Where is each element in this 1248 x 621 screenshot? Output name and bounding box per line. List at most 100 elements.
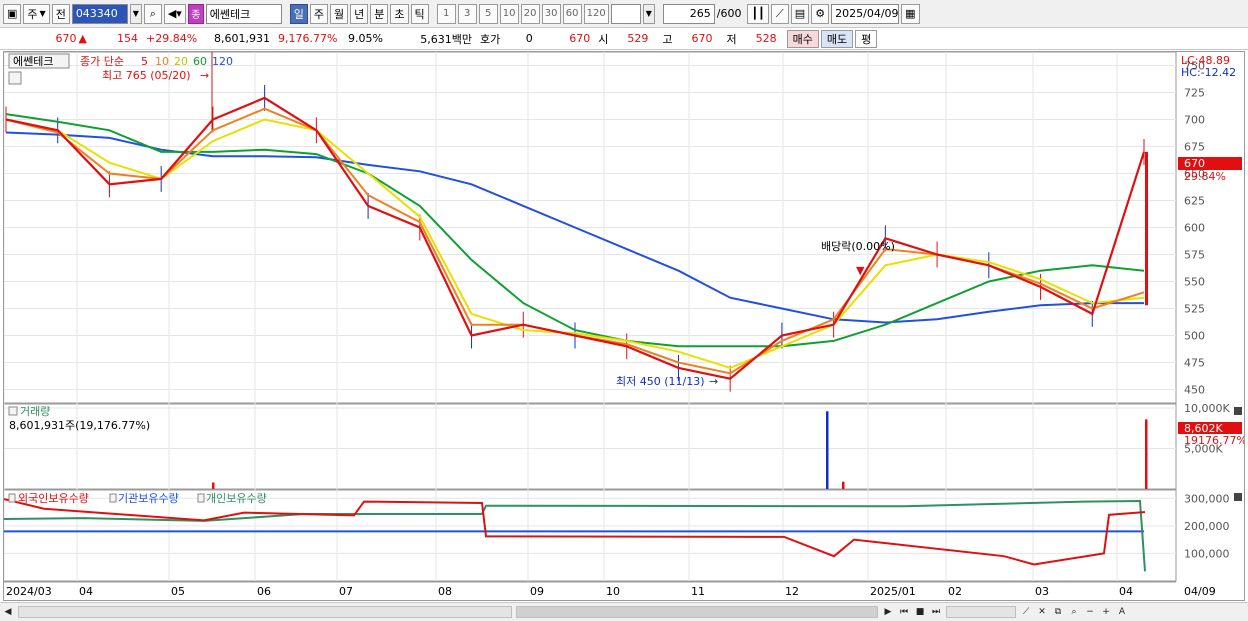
zoom-slider[interactable] <box>946 606 1016 618</box>
holdings-indiv-label: 개인보유수량 <box>206 492 267 505</box>
gear-icon[interactable]: ⚙ <box>811 3 830 24</box>
dividend-label: 배당락(0.00%) <box>821 240 895 253</box>
price-y-tick: 450 <box>1184 384 1205 397</box>
holdings-indiv-icon[interactable] <box>197 493 205 503</box>
scroll-left-icon[interactable]: ◀ <box>0 604 16 620</box>
chart-area[interactable]: 750 725 700 675 650 625 600 575 550 525 500 475 450 1… <box>3 49 1247 601</box>
interval-10[interactable]: 10 <box>499 3 519 24</box>
chart-scrollbar[interactable]: ◀ ▶ ⏮ ■ ⏭ ⟋ ✕ ⧉ ⌕ − + A <box>0 602 1248 621</box>
holdings-foreign-label: 외국인보유수량 <box>18 492 89 505</box>
interval-custom-input[interactable] <box>610 3 641 24</box>
candle-icon[interactable]: ┃┃ <box>747 3 769 24</box>
market-label: 주 <box>27 7 38 21</box>
interval-30[interactable]: 30 <box>541 3 561 24</box>
period-tick-tab[interactable]: 틱 <box>410 3 429 24</box>
dividend-arrow-icon: ▼ <box>856 264 865 277</box>
grid-toggle-icon[interactable] <box>8 71 22 85</box>
eval-button[interactable]: 평 <box>855 29 878 48</box>
volume-bar <box>1145 419 1148 489</box>
x-axis-label: 07 <box>339 585 353 598</box>
x-axis-last-label: 04/09 <box>1184 585 1216 598</box>
volume-bar <box>842 481 845 489</box>
buy-button[interactable]: 매수 <box>786 29 819 48</box>
period-day-tab[interactable]: 일 <box>289 3 308 24</box>
price-y-tick: 725 <box>1184 87 1205 100</box>
price-y-tick: 575 <box>1184 249 1205 262</box>
search-icon[interactable]: ⌕ <box>143 3 162 24</box>
data-count-input[interactable]: 265 <box>662 3 715 24</box>
draw-tool-icon[interactable]: ⟋ <box>770 3 789 24</box>
min-price-label: 최저 450 (11/13) <box>616 375 705 388</box>
low-label: 저 <box>726 32 737 46</box>
volume-bar <box>212 482 215 489</box>
first-page-icon[interactable]: ⏮ <box>896 604 912 620</box>
price-y-tick: 525 <box>1184 303 1205 316</box>
interval-60[interactable]: 60 <box>562 3 582 24</box>
chart-toolbar: ▣ 주 ▼ 전 043340 ▼ ⌕ ◀▾ 종 에쎈테크 일 주 월 년 분 초 … <box>0 0 1248 28</box>
period-second-tab[interactable]: 초 <box>390 3 409 24</box>
interval-20[interactable]: 20 <box>520 3 540 24</box>
high-value: 670 <box>691 32 713 45</box>
holdings-panel-icon[interactable] <box>8 493 16 503</box>
speaker-icon[interactable]: ◀▾ <box>163 3 186 24</box>
volume-panel-icon[interactable] <box>8 406 18 416</box>
volume-value: 8,601,931 <box>214 32 270 45</box>
window-icon[interactable]: ▣ <box>3 3 22 24</box>
scroll-thumb[interactable] <box>516 606 878 618</box>
last-page-icon[interactable]: ⏭ <box>928 604 944 620</box>
font-icon[interactable]: A <box>1114 604 1130 620</box>
interval-3[interactable]: 3 <box>457 3 477 24</box>
market-select[interactable]: 주 ▼ <box>23 3 50 24</box>
price-y-tick: 700 <box>1184 114 1205 127</box>
stock-code-input[interactable]: 043340 <box>71 3 128 24</box>
volume-close-icon[interactable] <box>1234 407 1242 415</box>
period-week-tab[interactable]: 주 <box>309 3 329 24</box>
holdings-close-icon[interactable] <box>1234 493 1242 501</box>
holdings-inst-icon[interactable] <box>109 493 117 503</box>
turnover-rate: 9.05% <box>348 32 383 45</box>
price-y-tick: 475 <box>1184 357 1205 370</box>
low-value: 528 <box>755 32 777 45</box>
volume-last-pct: 19176.77% <box>1184 434 1244 447</box>
zoom-icon[interactable]: ⌕ <box>1066 604 1082 620</box>
current-price: 670 ▲ <box>2 30 92 48</box>
period-year-tab[interactable]: 년 <box>350 3 369 24</box>
code-dropdown-icon[interactable]: ▼ <box>129 3 142 24</box>
holdings-y-tick: 300,000 <box>1184 492 1230 505</box>
sell-button[interactable]: 매도 <box>820 29 854 48</box>
copy-icon[interactable]: ⧉ <box>1050 604 1066 620</box>
prev-button[interactable]: 전 <box>51 3 70 24</box>
stock-type-badge: 종 <box>187 3 204 24</box>
line-tool-icon[interactable]: ⟋ <box>1018 604 1034 620</box>
calendar-icon[interactable]: ▦ <box>901 3 920 24</box>
period-minute-tab[interactable]: 분 <box>370 3 389 24</box>
min-arrow-icon: → <box>709 375 718 388</box>
chart-svg[interactable]: 7507257006756506256005755505255004754501… <box>3 49 1247 600</box>
scroll-right-icon[interactable]: ▶ <box>880 604 896 620</box>
interval-1[interactable]: 1 <box>436 3 456 24</box>
volume-panel[interactable] <box>3 403 1177 490</box>
x-axis-label: 2024/03 <box>6 585 52 598</box>
price-y-tick: 600 <box>1184 222 1205 235</box>
volume-title: 거래량 <box>20 405 50 418</box>
save-icon[interactable]: ▤ <box>790 3 810 24</box>
zoom-out-icon[interactable]: − <box>1082 604 1098 620</box>
volume-y-tick: 10,000K <box>1184 402 1230 415</box>
interval-120[interactable]: 120 <box>583 3 609 24</box>
stock-name-field[interactable]: 에쎈테크 <box>205 3 282 24</box>
interval-dropdown-icon[interactable]: ▼ <box>642 3 655 24</box>
interval-5[interactable]: 5 <box>478 3 498 24</box>
volume-bar <box>826 411 829 489</box>
period-month-tab[interactable]: 월 <box>330 3 349 24</box>
cross-tool-icon[interactable]: ✕ <box>1034 604 1050 620</box>
last-pct: 29.84% <box>1184 170 1226 183</box>
holdings-y-tick: 200,000 <box>1184 520 1230 533</box>
max-arrow-icon: → <box>200 69 209 82</box>
up-arrow-icon: ▲ <box>78 32 87 45</box>
date-input[interactable]: 2025/04/09 <box>831 3 900 24</box>
scroll-track-left[interactable] <box>18 606 512 618</box>
hoga-value: 0 <box>525 32 533 45</box>
volume-value-label: 8,601,931주(19,176.77%) <box>9 419 150 432</box>
zoom-in-icon[interactable]: + <box>1098 604 1114 620</box>
stop-icon[interactable]: ■ <box>912 604 928 620</box>
